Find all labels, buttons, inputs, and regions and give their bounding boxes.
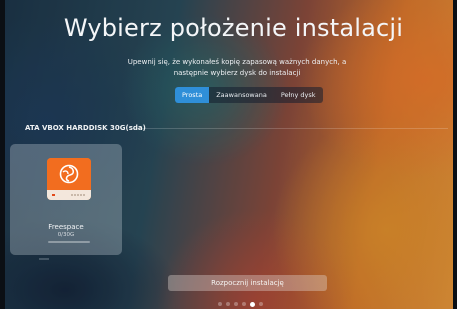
step-dot xyxy=(259,302,263,306)
disk-label: ATA VBOX HARDDISK 30G(sda) xyxy=(25,124,146,132)
tab-advanced[interactable]: Zaawansowana xyxy=(209,87,274,103)
deepin-disk-icon xyxy=(47,158,91,200)
step-dot-current xyxy=(250,301,255,307)
disk-divider xyxy=(133,128,448,129)
step-dot xyxy=(234,302,238,306)
step-dot xyxy=(218,302,222,306)
partition-card-freespace[interactable]: Freespace 0/30G xyxy=(10,144,122,255)
step-dot xyxy=(226,302,230,306)
installer-window: Wybierz położenie instalacji Upewnij się… xyxy=(0,0,457,309)
start-installation-button[interactable]: Rozpocznij instalację xyxy=(168,275,327,291)
step-dot xyxy=(242,302,246,306)
step-indicator xyxy=(218,301,263,307)
tab-full-disk[interactable]: Pełny dysk xyxy=(274,87,323,103)
page-title: Wybierz położenie instalacji xyxy=(63,14,404,42)
partition-size: 0/30G xyxy=(57,232,75,238)
partition-name: Freespace xyxy=(48,223,84,231)
scroll-marker xyxy=(39,258,49,260)
partition-usage-bar xyxy=(48,241,90,243)
install-mode-tabs: Prosta Zaawansowana Pełny dysk xyxy=(175,87,323,103)
tab-simple[interactable]: Prosta xyxy=(175,87,210,103)
page-subtitle: Upewnij się, że wykonałeś kopię zapasową… xyxy=(127,58,347,77)
